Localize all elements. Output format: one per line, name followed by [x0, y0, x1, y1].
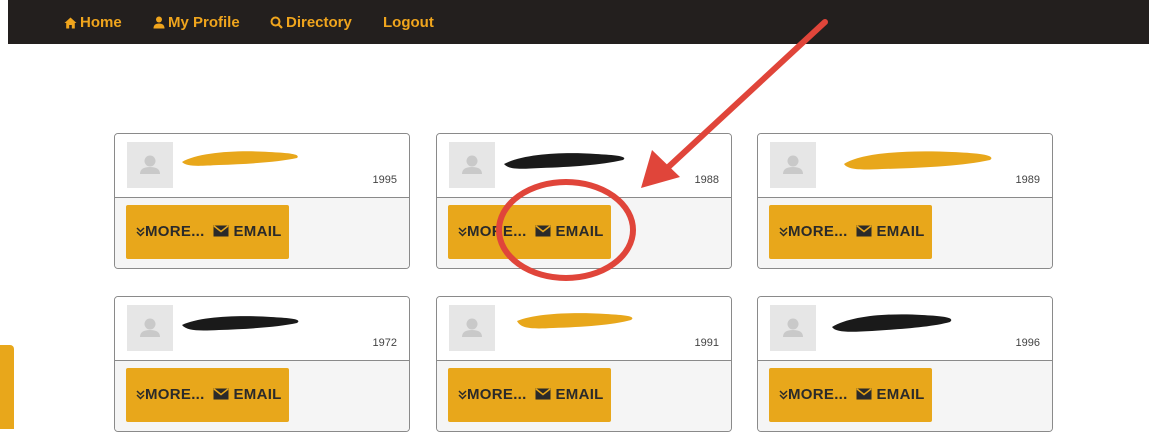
nav-my-profile-label: My Profile	[168, 14, 240, 31]
user-silhouette-icon	[140, 318, 160, 337]
more-label: MORE...	[788, 386, 848, 403]
user-silhouette-icon	[783, 155, 803, 174]
card-header: 1972	[115, 297, 409, 360]
button-group: MORE... EMAIL	[126, 368, 289, 422]
card-actions: MORE... EMAIL	[115, 197, 409, 268]
email-label: EMAIL	[876, 386, 925, 403]
card-actions: MORE... EMAIL	[758, 360, 1052, 431]
member-year: 1988	[694, 174, 719, 186]
email-label: EMAIL	[555, 223, 604, 240]
avatar-placeholder	[449, 305, 495, 351]
double-chevron-down-icon	[779, 390, 788, 400]
redacted-name	[844, 151, 992, 170]
card-actions: MORE... EMAIL	[758, 197, 1052, 268]
card-actions: MORE... EMAIL	[437, 360, 731, 431]
email-button[interactable]: EMAIL	[213, 368, 282, 422]
member-card: 1989 MORE... EMAIL	[757, 133, 1053, 269]
user-icon	[153, 16, 165, 29]
avatar-placeholder	[449, 142, 495, 188]
email-label: EMAIL	[876, 223, 925, 240]
more-button[interactable]: MORE...	[779, 205, 848, 259]
member-year: 1995	[372, 174, 397, 186]
more-button[interactable]: MORE...	[458, 368, 527, 422]
redacted-name	[182, 151, 298, 166]
envelope-icon	[213, 388, 229, 400]
member-card: 1991 MORE... EMAIL	[436, 296, 732, 432]
avatar-placeholder	[127, 305, 173, 351]
member-card: 1995 MORE... EMAIL	[114, 133, 410, 269]
email-button[interactable]: EMAIL	[535, 368, 604, 422]
nav-logout[interactable]: Logout	[383, 0, 434, 44]
more-button[interactable]: MORE...	[458, 205, 527, 259]
card-header: 1995	[115, 134, 409, 197]
envelope-icon	[856, 388, 872, 400]
nav-logout-label: Logout	[383, 14, 434, 31]
user-silhouette-icon	[462, 155, 482, 174]
email-label: EMAIL	[555, 386, 604, 403]
nav-home-label: Home	[80, 14, 122, 31]
member-year: 1989	[1015, 174, 1040, 186]
button-group: MORE... EMAIL	[769, 205, 932, 259]
nav-directory-label: Directory	[286, 14, 352, 31]
double-chevron-down-icon	[136, 390, 145, 400]
more-label: MORE...	[145, 223, 205, 240]
envelope-icon	[535, 388, 551, 400]
user-silhouette-icon	[462, 318, 482, 337]
side-tab[interactable]	[0, 345, 14, 429]
email-button[interactable]: EMAIL	[535, 205, 604, 259]
more-label: MORE...	[467, 386, 527, 403]
card-header: 1988	[437, 134, 731, 197]
email-button[interactable]: EMAIL	[213, 205, 282, 259]
redacted-name	[182, 316, 299, 331]
member-card: 1996 MORE... EMAIL	[757, 296, 1053, 432]
button-group: MORE... EMAIL	[448, 368, 611, 422]
email-button[interactable]: EMAIL	[856, 205, 925, 259]
envelope-icon	[213, 225, 229, 237]
member-card: 1988 MORE... EMAIL	[436, 133, 732, 269]
search-icon	[270, 16, 283, 29]
double-chevron-down-icon	[458, 390, 467, 400]
card-actions: MORE... EMAIL	[115, 360, 409, 431]
more-button[interactable]: MORE...	[136, 205, 205, 259]
home-icon	[64, 17, 77, 29]
email-button[interactable]: EMAIL	[856, 368, 925, 422]
more-label: MORE...	[145, 386, 205, 403]
nav-my-profile[interactable]: My Profile	[153, 0, 240, 44]
button-group: MORE... EMAIL	[448, 205, 611, 259]
avatar-placeholder	[127, 142, 173, 188]
redacted-name	[517, 313, 633, 329]
button-group: MORE... EMAIL	[126, 205, 289, 259]
member-year: 1996	[1015, 337, 1040, 349]
double-chevron-down-icon	[136, 227, 145, 237]
email-label: EMAIL	[233, 386, 282, 403]
card-header: 1989	[758, 134, 1052, 197]
member-card: 1972 MORE... EMAIL	[114, 296, 410, 432]
envelope-icon	[856, 225, 872, 237]
double-chevron-down-icon	[779, 227, 788, 237]
top-navbar: Home My Profile Directory Logout	[8, 0, 1149, 44]
email-label: EMAIL	[233, 223, 282, 240]
nav-directory[interactable]: Directory	[270, 0, 352, 44]
more-label: MORE...	[467, 223, 527, 240]
double-chevron-down-icon	[458, 227, 467, 237]
avatar-placeholder	[770, 305, 816, 351]
envelope-icon	[535, 225, 551, 237]
user-silhouette-icon	[783, 318, 803, 337]
more-label: MORE...	[788, 223, 848, 240]
member-year: 1991	[694, 337, 719, 349]
more-button[interactable]: MORE...	[779, 368, 848, 422]
member-year: 1972	[372, 337, 397, 349]
card-header: 1996	[758, 297, 1052, 360]
redacted-name	[832, 314, 952, 332]
card-header: 1991	[437, 297, 731, 360]
more-button[interactable]: MORE...	[136, 368, 205, 422]
nav-home[interactable]: Home	[64, 0, 122, 44]
redacted-name	[504, 153, 625, 169]
user-silhouette-icon	[140, 155, 160, 174]
avatar-placeholder	[770, 142, 816, 188]
card-actions: MORE... EMAIL	[437, 197, 731, 268]
button-group: MORE... EMAIL	[769, 368, 932, 422]
